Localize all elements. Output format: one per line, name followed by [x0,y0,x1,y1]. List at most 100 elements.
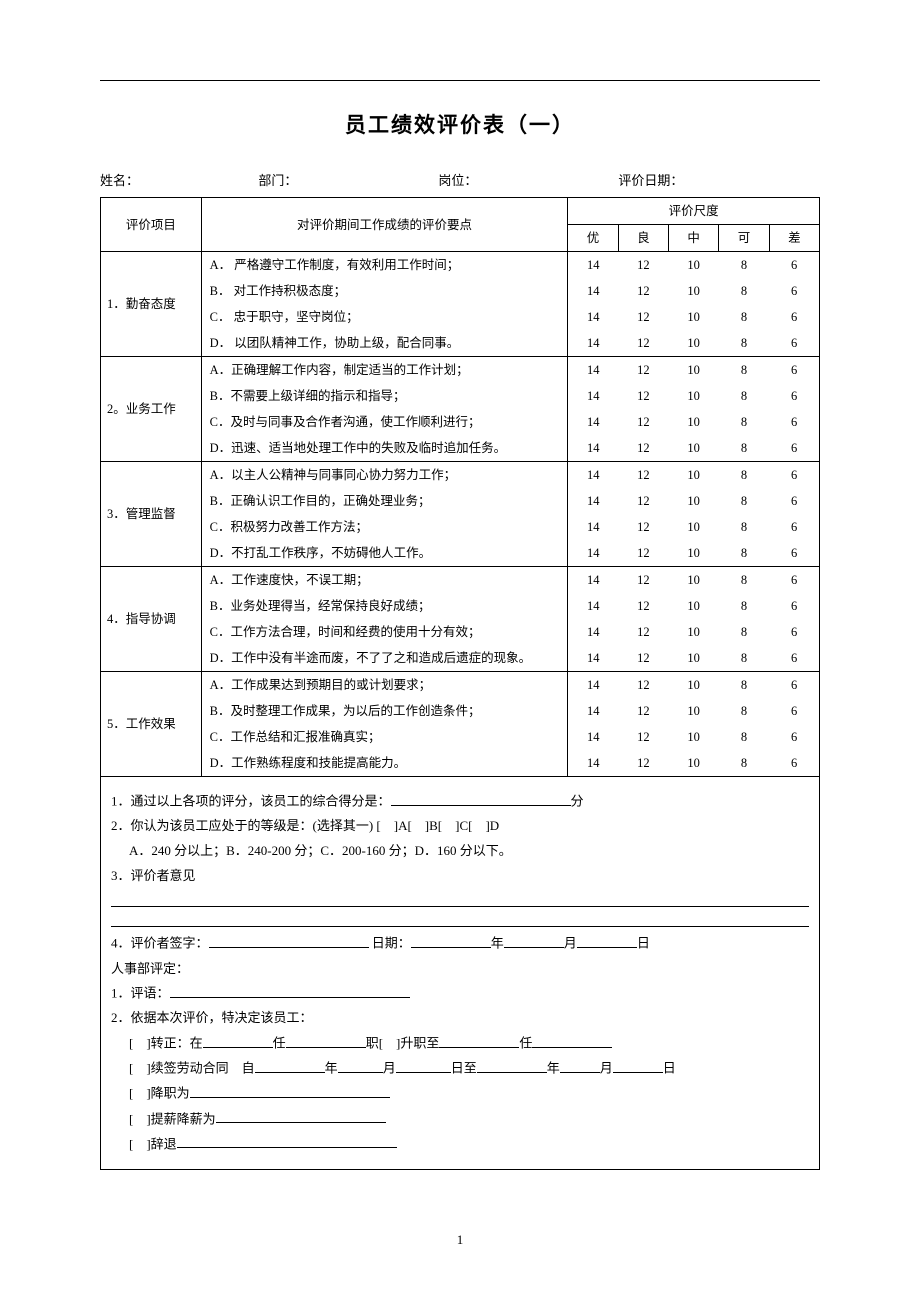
score-cell[interactable]: 8 [719,304,769,330]
score-cell[interactable]: 10 [669,619,719,645]
score-cell[interactable]: 6 [769,435,819,462]
score-cell[interactable]: 14 [568,304,618,330]
score-cell[interactable]: 14 [568,540,618,567]
blank-total-score[interactable] [391,791,571,805]
blank[interactable] [177,1134,397,1148]
score-cell[interactable]: 14 [568,462,618,489]
score-cell[interactable]: 8 [719,514,769,540]
score-cell[interactable]: 8 [719,435,769,462]
blank[interactable] [532,1033,612,1047]
score-cell[interactable]: 10 [669,645,719,672]
score-cell[interactable]: 10 [669,750,719,777]
blank[interactable] [286,1033,366,1047]
score-cell[interactable]: 10 [669,698,719,724]
blank-opinion-line[interactable] [111,913,809,927]
score-cell[interactable]: 6 [769,357,819,384]
score-cell[interactable]: 12 [618,330,668,357]
score-cell[interactable]: 14 [568,645,618,672]
score-cell[interactable]: 12 [618,567,668,594]
score-cell[interactable]: 12 [618,540,668,567]
score-cell[interactable]: 14 [568,593,618,619]
score-cell[interactable]: 8 [719,383,769,409]
blank[interactable] [255,1058,325,1072]
score-cell[interactable]: 8 [719,567,769,594]
score-cell[interactable]: 8 [719,672,769,699]
score-cell[interactable]: 14 [568,750,618,777]
blank-year[interactable] [411,933,491,947]
score-cell[interactable]: 12 [618,383,668,409]
score-cell[interactable]: 10 [669,540,719,567]
score-cell[interactable]: 14 [568,330,618,357]
blank-opinion-line[interactable] [111,893,809,907]
blank[interactable] [613,1058,663,1072]
score-cell[interactable]: 6 [769,278,819,304]
blank[interactable] [439,1033,519,1047]
score-cell[interactable]: 10 [669,462,719,489]
blank[interactable] [216,1109,386,1123]
blank[interactable] [560,1058,600,1072]
score-cell[interactable]: 6 [769,514,819,540]
score-cell[interactable]: 10 [669,304,719,330]
score-cell[interactable]: 12 [618,252,668,279]
blank[interactable] [203,1033,273,1047]
score-cell[interactable]: 8 [719,619,769,645]
score-cell[interactable]: 10 [669,357,719,384]
score-cell[interactable]: 6 [769,383,819,409]
score-cell[interactable]: 8 [719,488,769,514]
score-cell[interactable]: 10 [669,435,719,462]
score-cell[interactable]: 14 [568,409,618,435]
score-cell[interactable]: 14 [568,672,618,699]
score-cell[interactable]: 8 [719,540,769,567]
blank[interactable] [190,1083,390,1097]
score-cell[interactable]: 10 [669,409,719,435]
score-cell[interactable]: 6 [769,698,819,724]
score-cell[interactable]: 6 [769,724,819,750]
score-cell[interactable]: 10 [669,724,719,750]
score-cell[interactable]: 10 [669,330,719,357]
score-cell[interactable]: 8 [719,462,769,489]
score-cell[interactable]: 12 [618,672,668,699]
score-cell[interactable]: 10 [669,672,719,699]
score-cell[interactable]: 12 [618,409,668,435]
score-cell[interactable]: 6 [769,593,819,619]
score-cell[interactable]: 10 [669,567,719,594]
score-cell[interactable]: 6 [769,619,819,645]
score-cell[interactable]: 8 [719,330,769,357]
blank-month[interactable] [504,933,564,947]
score-cell[interactable]: 14 [568,252,618,279]
blank[interactable] [338,1058,383,1072]
blank[interactable] [396,1058,451,1072]
score-cell[interactable]: 12 [618,462,668,489]
score-cell[interactable]: 6 [769,462,819,489]
score-cell[interactable]: 6 [769,750,819,777]
score-cell[interactable]: 12 [618,724,668,750]
score-cell[interactable]: 10 [669,278,719,304]
score-cell[interactable]: 14 [568,724,618,750]
score-cell[interactable]: 14 [568,698,618,724]
score-cell[interactable]: 14 [568,383,618,409]
score-cell[interactable]: 10 [669,252,719,279]
score-cell[interactable]: 12 [618,278,668,304]
score-cell[interactable]: 8 [719,278,769,304]
score-cell[interactable]: 6 [769,409,819,435]
score-cell[interactable]: 14 [568,278,618,304]
score-cell[interactable]: 6 [769,645,819,672]
score-cell[interactable]: 6 [769,252,819,279]
score-cell[interactable]: 10 [669,383,719,409]
score-cell[interactable]: 12 [618,514,668,540]
score-cell[interactable]: 8 [719,252,769,279]
score-cell[interactable]: 8 [719,750,769,777]
blank-hr-comment[interactable] [170,983,410,997]
score-cell[interactable]: 12 [618,435,668,462]
score-cell[interactable]: 6 [769,304,819,330]
score-cell[interactable]: 8 [719,409,769,435]
score-cell[interactable]: 12 [618,357,668,384]
score-cell[interactable]: 14 [568,435,618,462]
score-cell[interactable]: 12 [618,619,668,645]
score-cell[interactable]: 6 [769,330,819,357]
score-cell[interactable]: 14 [568,357,618,384]
score-cell[interactable]: 12 [618,698,668,724]
blank-sign[interactable] [209,933,369,947]
score-cell[interactable]: 14 [568,488,618,514]
score-cell[interactable]: 8 [719,593,769,619]
